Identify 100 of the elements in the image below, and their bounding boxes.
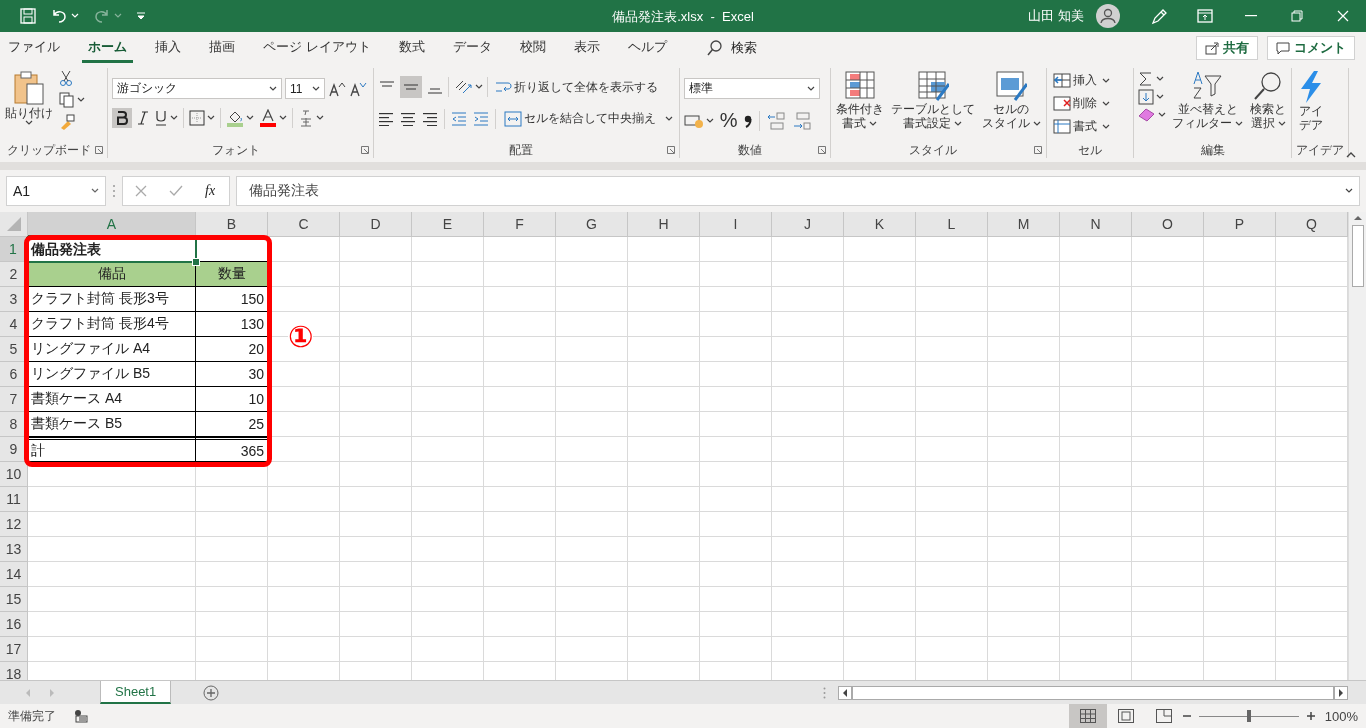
insert-cells-button[interactable]: 挿入: [1051, 70, 1113, 91]
caret-icon[interactable]: [170, 115, 178, 121]
insert-function-button[interactable]: fx: [205, 183, 216, 199]
fill-color-icon[interactable]: [226, 109, 244, 127]
caret-icon[interactable]: [1033, 121, 1041, 127]
percent-style-button[interactable]: %: [719, 109, 738, 132]
column-header[interactable]: H: [628, 212, 700, 237]
close-icon[interactable]: [1337, 10, 1349, 22]
row-header[interactable]: 12: [0, 512, 28, 537]
add-sheet-icon[interactable]: [203, 684, 220, 701]
row-header[interactable]: 18: [0, 662, 28, 680]
cut-icon[interactable]: [59, 70, 73, 86]
customize-icon[interactable]: [136, 11, 146, 21]
ribbon-tab[interactable]: 描画: [203, 33, 241, 63]
caret-icon[interactable]: [312, 85, 320, 92]
page-layout-icon[interactable]: [1117, 709, 1134, 723]
share-button[interactable]: 共有: [1196, 36, 1258, 60]
column-header[interactable]: A: [28, 212, 196, 237]
ribbon-tab[interactable]: 表示: [567, 33, 606, 63]
caret-icon[interactable]: [1102, 100, 1111, 107]
row-header[interactable]: 10: [0, 462, 28, 487]
caret-icon[interactable]: [1345, 188, 1353, 194]
font-name-field[interactable]: 游ゴシック: [112, 78, 282, 99]
font-color-icon[interactable]: [259, 109, 277, 127]
dialog-launcher-icon[interactable]: [817, 146, 826, 154]
column-header[interactable]: Q: [1276, 212, 1348, 237]
paste-button[interactable]: 貼り付け: [4, 70, 54, 126]
caret-icon[interactable]: [246, 115, 254, 121]
normal-view-icon[interactable]: [1079, 709, 1096, 723]
minimize-icon[interactable]: [1245, 15, 1257, 17]
zoom-in-icon[interactable]: [1306, 712, 1315, 720]
caret-icon[interactable]: [1278, 121, 1287, 127]
column-header[interactable]: C: [268, 212, 340, 237]
column-header[interactable]: B: [196, 212, 268, 237]
ribbon-display-icon[interactable]: [1197, 9, 1213, 23]
column-header[interactable]: K: [844, 212, 916, 237]
ribbon-tab[interactable]: データ: [446, 33, 498, 63]
align-center-icon[interactable]: [400, 111, 416, 126]
column-header[interactable]: J: [772, 212, 844, 237]
format-cells-button[interactable]: 書式: [1051, 116, 1113, 137]
wrap-text-button[interactable]: 折り返して全体を表示する: [492, 76, 660, 98]
ideas-button[interactable]: アイ デア: [1296, 70, 1327, 132]
fill-handle[interactable]: [192, 258, 200, 266]
zoom-out-icon[interactable]: [1182, 712, 1191, 720]
collapse-ribbon-icon[interactable]: [1346, 151, 1356, 158]
format-as-table-button[interactable]: テーブルとして 書式設定: [889, 70, 976, 130]
column-header[interactable]: G: [556, 212, 628, 237]
merge-center-button[interactable]: セルを結合して中央揃え: [502, 108, 675, 129]
column-header[interactable]: F: [484, 212, 556, 237]
italic-icon[interactable]: [137, 111, 149, 125]
scroll-left-icon[interactable]: [838, 685, 852, 700]
increase-font-icon[interactable]: [328, 80, 346, 97]
align-right-icon[interactable]: [422, 111, 438, 126]
dialog-launcher-icon[interactable]: [361, 146, 369, 154]
row-header[interactable]: 11: [0, 487, 28, 512]
scroll-right-icon[interactable]: [1334, 685, 1348, 700]
ribbon-tab[interactable]: 数式: [392, 33, 431, 63]
avatar-icon[interactable]: [1096, 4, 1120, 28]
number-format-field[interactable]: 標準: [683, 78, 820, 99]
dialog-launcher-icon[interactable]: [1034, 146, 1042, 154]
row-header[interactable]: 17: [0, 637, 28, 662]
caret-icon[interactable]: [664, 115, 673, 122]
font-size-field[interactable]: 11: [285, 78, 325, 99]
caret-icon[interactable]: [1235, 121, 1244, 127]
column-header[interactable]: L: [916, 212, 988, 237]
caret-icon[interactable]: [1102, 77, 1111, 84]
row-header[interactable]: 14: [0, 562, 28, 587]
bold-icon[interactable]: [112, 108, 132, 128]
caret-icon[interactable]: [91, 188, 99, 194]
delete-cells-button[interactable]: 削除: [1051, 93, 1113, 114]
caret-icon[interactable]: [475, 84, 483, 90]
conditional-format-button[interactable]: 条件付き 書式: [834, 70, 885, 130]
page-break-icon[interactable]: [1155, 709, 1172, 723]
ribbon-tab[interactable]: ページ レイアウト: [257, 33, 377, 63]
sort-filter-button[interactable]: 並べ替えと フィルター: [1171, 70, 1245, 130]
comment-button[interactable]: コメント: [1267, 36, 1355, 60]
scroll-thumb[interactable]: [1351, 225, 1364, 287]
column-header[interactable]: I: [700, 212, 772, 237]
eraser-icon[interactable]: [1138, 108, 1156, 122]
name-box[interactable]: A1: [6, 176, 106, 206]
column-header[interactable]: D: [340, 212, 412, 237]
zoom-level[interactable]: 100%: [1324, 708, 1358, 724]
find-select-button[interactable]: 検索と 選択: [1249, 70, 1288, 130]
column-header[interactable]: M: [988, 212, 1060, 237]
pen-icon[interactable]: [1150, 7, 1168, 25]
column-header[interactable]: N: [1060, 212, 1132, 237]
column-header[interactable]: P: [1204, 212, 1276, 237]
caret-icon[interactable]: [1158, 112, 1166, 118]
caret-icon[interactable]: [1156, 76, 1164, 82]
fill-icon[interactable]: [1138, 89, 1154, 105]
ribbon-tab[interactable]: 挿入: [149, 33, 187, 63]
caret-icon[interactable]: [269, 85, 277, 92]
macro-record-icon[interactable]: [74, 709, 88, 723]
caret-icon[interactable]: [954, 121, 963, 127]
caret-icon[interactable]: [1156, 94, 1164, 100]
underline-icon[interactable]: [154, 110, 168, 126]
search-field[interactable]: 検索: [730, 39, 757, 57]
vertical-scrollbar[interactable]: [1348, 212, 1366, 680]
scroll-up-icon[interactable]: [1352, 215, 1363, 221]
caret-icon[interactable]: [77, 97, 85, 103]
